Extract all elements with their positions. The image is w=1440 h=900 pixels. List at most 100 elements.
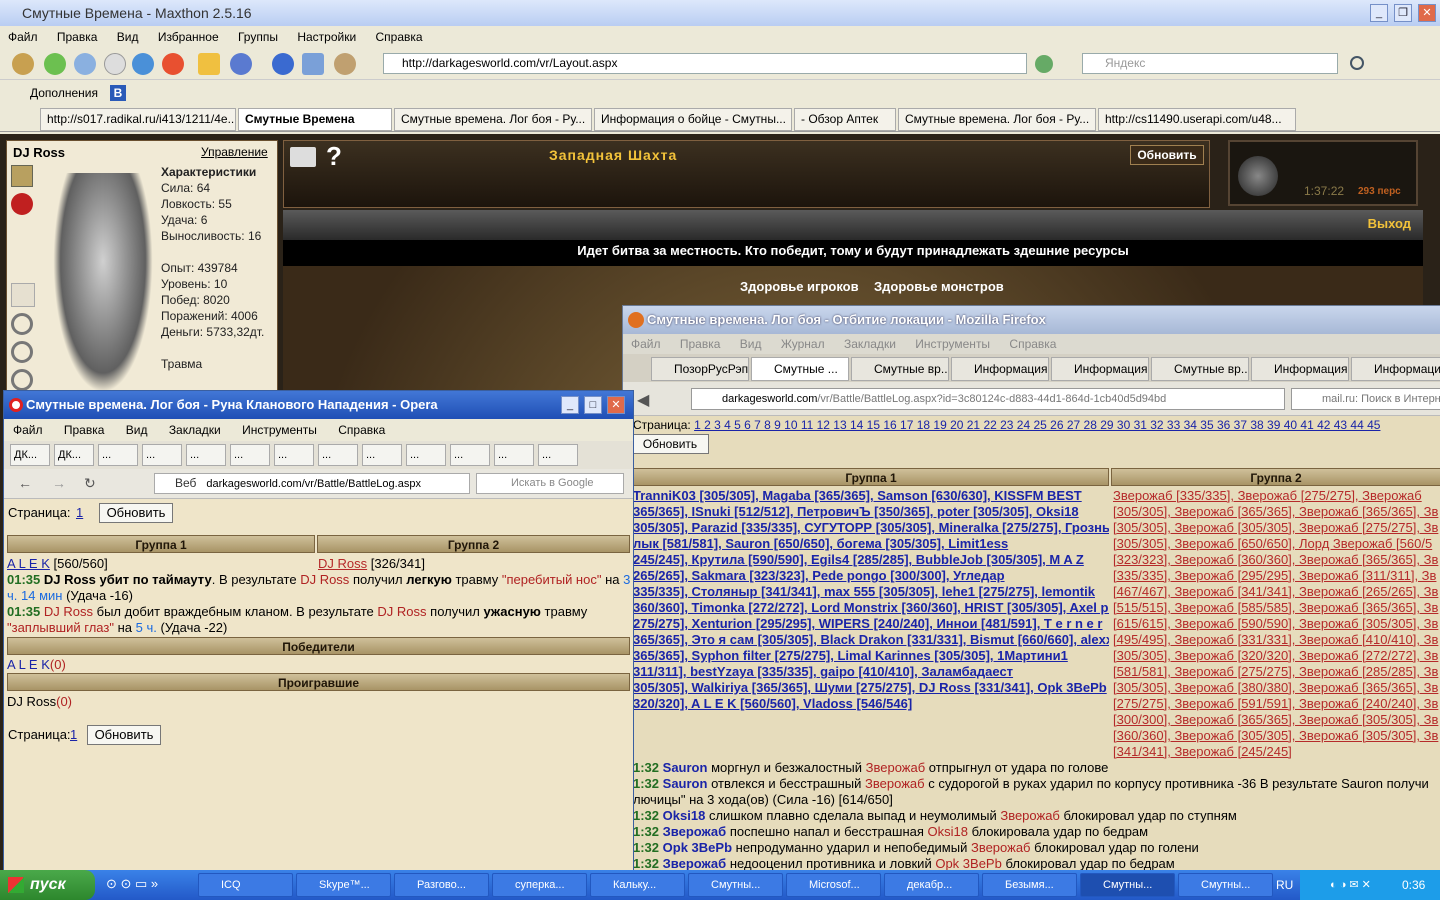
tab-fighter-info[interactable]: Информация о бойце - Смутны... (594, 108, 792, 131)
back-icon[interactable]: ← (18, 475, 32, 491)
ff-group2-row[interactable]: [305/305], Зверожаб [650/650], Лорд Звер… (1113, 536, 1432, 552)
back-icon[interactable] (44, 53, 66, 75)
ff-group2-row[interactable]: [323/323], Зверожаб [360/360], Зверожаб … (1113, 552, 1438, 568)
ring-icon[interactable] (11, 369, 33, 391)
taskbar-item[interactable]: Skype™... (296, 873, 391, 897)
stop-icon[interactable] (104, 53, 126, 75)
op-tab[interactable]: ... (318, 444, 358, 466)
mail-icon[interactable] (290, 147, 316, 167)
ff-group2-row[interactable]: [305/305], Зверожаб [320/320], Зверожаб … (1113, 648, 1438, 664)
taskbar-item[interactable]: Разгово... (394, 873, 489, 897)
ff-group2-row[interactable]: [300/300], Зверожаб [365/365], Зверожаб … (1113, 712, 1438, 728)
ff-group1-row[interactable]: 305/305], Walkiriya [365/365], Шуми [275… (633, 680, 1107, 696)
op-search[interactable]: Искать в Google (476, 473, 624, 494)
taskbar-item[interactable]: Смутны... (1080, 873, 1175, 897)
ff-group1-row[interactable]: 275/275], Xenturion [295/295], WIPERS [2… (633, 616, 1102, 632)
ff-menu-bookmarks[interactable]: Закладки (844, 337, 896, 351)
exit-link[interactable]: Выход (1368, 216, 1411, 231)
ff-group2-row[interactable]: [467/467], Зверожаб [341/341], Зверожаб … (1113, 584, 1438, 600)
ff-address-bar[interactable]: darkagesworld.com/vr/Battle/BattleLog.as… (691, 388, 1285, 410)
menu-view[interactable]: Вид (117, 30, 139, 44)
refresh-icon[interactable] (132, 53, 154, 75)
ff-tab[interactable]: Информация... (1351, 357, 1440, 381)
ff-group1-row[interactable]: 320/320], A L E K [560/560], Vladoss [54… (633, 696, 912, 712)
taskbar-item[interactable]: ICQ (198, 873, 293, 897)
op-tab[interactable]: ... (538, 444, 578, 466)
addons-label[interactable]: Дополнения (30, 80, 98, 106)
ff-menu-history[interactable]: Журнал (781, 337, 825, 351)
history-icon[interactable] (272, 53, 294, 75)
tab-battlelog-2[interactable]: Смутные времена. Лог боя - Ру... (898, 108, 1096, 131)
menu-edit[interactable]: Правка (57, 30, 98, 44)
ff-group1-row[interactable]: 365/365], ISnuki [512/512], ПетровичЪ [3… (633, 504, 1079, 520)
op-page-link[interactable]: 1 (76, 505, 83, 520)
back-icon[interactable]: ◀ (637, 390, 649, 410)
ff-group1-row[interactable]: 305/305], Parazid [335/335], СУГУТОРР [3… (633, 520, 1109, 536)
ff-group2-row[interactable]: [495/495], Зверожаб [331/331], Зверожаб … (1113, 632, 1438, 648)
ff-menu-view[interactable]: Вид (740, 337, 762, 351)
op-tab[interactable]: ... (142, 444, 182, 466)
op-player-link[interactable]: A L E K (7, 556, 50, 571)
ff-group1-row[interactable]: 265/265], Sakmara [323/323], Pede pongo … (633, 568, 1005, 584)
maxthon-address-bar[interactable]: http://darkagesworld.com/vr/Layout.aspx (383, 53, 1027, 74)
op-address-field[interactable]: Веб darkagesworld.com/vr/Battle/BattleLo… (154, 473, 470, 494)
ring-icon[interactable] (11, 341, 33, 363)
ff-group2-row[interactable]: [275/275], Зверожаб [591/591], Зверожаб … (1113, 696, 1438, 712)
tray-icons[interactable]: ◐ ◑ ✉ ✕ (1330, 870, 1371, 900)
ff-refresh-button[interactable]: Обновить (631, 434, 709, 454)
op-minimize-button[interactable]: _ (561, 396, 579, 414)
ff-group1-row[interactable]: 360/360], Timonka [272/272], Lord Monstr… (633, 600, 1109, 616)
op-tab[interactable]: ... (274, 444, 314, 466)
ff-tab[interactable]: Информация... (1251, 357, 1349, 381)
tab-radikal[interactable]: http://s017.radikal.ru/i413/1211/4e... (40, 108, 236, 131)
op-loser-name[interactable]: DJ Ross (7, 694, 56, 709)
ff-group1-row[interactable]: лык [581/581], Sauron [650/650], богема … (633, 536, 1008, 552)
menu-settings[interactable]: Настройки (297, 30, 356, 44)
op-close-button[interactable]: ✕ (607, 396, 625, 414)
manage-link[interactable]: Управление (201, 145, 268, 159)
taskbar-item[interactable]: декабр... (884, 873, 979, 897)
reload-icon[interactable]: ↻ (84, 475, 96, 492)
menu-groups[interactable]: Группы (238, 30, 278, 44)
ff-group2-row[interactable]: [305/305], Зверожаб [365/365], Зверожаб … (1113, 504, 1438, 520)
ff-tab[interactable]: Информация... (951, 357, 1049, 381)
ff-group2-row[interactable]: Зверожаб [335/335], Зверожаб [275/275], … (1113, 488, 1422, 504)
op-menu-file[interactable]: Файл (13, 423, 43, 437)
close-tab-icon[interactable] (162, 53, 184, 75)
menu-file[interactable]: Файл (8, 30, 38, 44)
help-icon[interactable]: ? (326, 141, 342, 172)
taskbar-item[interactable]: Безымя... (982, 873, 1077, 897)
menu-favorites[interactable]: Избранное (158, 30, 219, 44)
op-menu-view[interactable]: Вид (126, 423, 148, 437)
taskbar-item[interactable]: Смутны... (1178, 873, 1273, 897)
forward-icon[interactable]: → (52, 475, 66, 491)
ff-group2-row[interactable]: [305/305], Зверожаб [305/305], Зверожаб … (1113, 520, 1438, 536)
op-tab[interactable]: ... (494, 444, 534, 466)
ff-group1-row[interactable]: 311/311], bestYzaya [335/335], gaipo [41… (633, 664, 1013, 680)
op-player-link[interactable]: DJ Ross (318, 556, 367, 571)
ring-icon[interactable] (11, 313, 33, 335)
taskbar-item[interactable]: Смутны... (688, 873, 783, 897)
ff-page-links[interactable]: 1 2 3 4 5 6 7 8 9 10 11 12 13 14 15 16 1… (694, 418, 1380, 432)
group-icon[interactable] (334, 53, 356, 75)
ff-group2-row[interactable]: [581/581], Зверожаб [275/275], Зверожаб … (1113, 664, 1438, 680)
maximize-button[interactable]: ❐ (1394, 4, 1412, 22)
lang-indicator[interactable]: RU (1276, 870, 1293, 900)
op-refresh-button-bottom[interactable]: Обновить (87, 725, 161, 745)
item-icon[interactable] (11, 165, 33, 187)
tab-battlelog-1[interactable]: Смутные времена. Лог боя - Ру... (394, 108, 592, 131)
op-maximize-button[interactable]: □ (584, 396, 602, 414)
op-menu-bookmarks[interactable]: Закладки (169, 423, 221, 437)
ff-group1-row[interactable]: 245/245], Крутила [590/590], Egils4 [285… (633, 552, 1084, 568)
ff-tab[interactable]: Смутные вр... (1151, 357, 1249, 381)
go-icon[interactable] (1035, 55, 1053, 73)
op-winner-name[interactable]: A L E K (7, 657, 50, 672)
user-icon[interactable] (12, 53, 34, 75)
op-menu-help[interactable]: Справка (338, 423, 385, 437)
undo-icon[interactable] (230, 53, 252, 75)
ff-menu-file[interactable]: Файл (631, 337, 661, 351)
home-icon[interactable] (198, 53, 220, 75)
tab-pharmacy[interactable]: - Обзор Аптек (794, 108, 896, 131)
close-button[interactable]: ✕ (1418, 4, 1436, 22)
screen-icon[interactable] (302, 53, 324, 75)
